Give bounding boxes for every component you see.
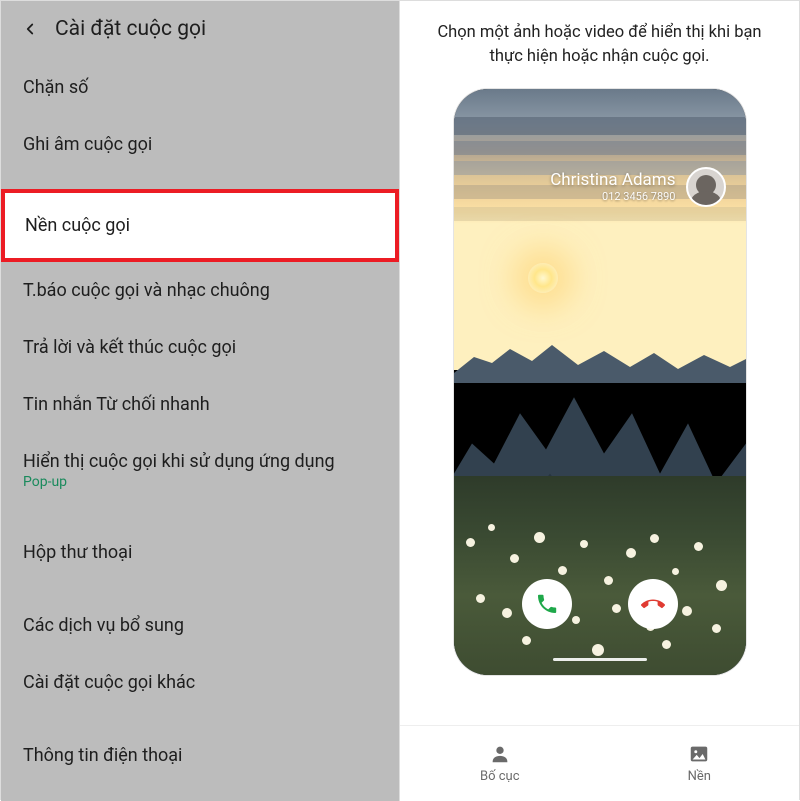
- settings-item-label: Nền cuộc gọi: [25, 215, 130, 236]
- call-background-pane: Chọn một ảnh hoặc video để hiển thị khi …: [400, 1, 799, 801]
- decline-call-button[interactable]: [628, 579, 678, 629]
- settings-item-quick-decline[interactable]: Tin nhắn Từ chối nhanh: [1, 376, 399, 433]
- settings-item-supplementary[interactable]: Các dịch vụ bổ sung: [1, 597, 399, 654]
- bottom-tabs: Bố cục Nền: [400, 725, 799, 801]
- image-icon: [688, 743, 710, 765]
- page-title: Cài đặt cuộc gọi: [55, 17, 206, 41]
- settings-item-label: Hiển thị cuộc gọi khi sử dụng ứng dụng: [23, 451, 335, 472]
- settings-item-other-call[interactable]: Cài đặt cuộc gọi khác: [1, 654, 399, 711]
- settings-item-label: Chặn số: [23, 77, 88, 98]
- call-buttons: [454, 579, 746, 629]
- settings-item-label: Thông tin điện thoại: [23, 745, 182, 766]
- person-icon: [489, 743, 511, 765]
- settings-item-phone-info[interactable]: Thông tin điện thoại: [1, 727, 399, 784]
- settings-item-label: Hộp thư thoại: [23, 542, 132, 563]
- home-indicator[interactable]: [553, 658, 647, 661]
- accept-call-button[interactable]: [522, 579, 572, 629]
- settings-item-label: Ghi âm cuộc gọi: [23, 134, 152, 155]
- settings-pane: Cài đặt cuộc gọi Chặn số Ghi âm cuộc gọi…: [1, 1, 400, 801]
- back-icon[interactable]: [19, 18, 41, 40]
- caller-name: Christina Adams: [550, 170, 675, 190]
- settings-item-voicemail[interactable]: Hộp thư thoại: [1, 524, 399, 581]
- caller-number: 012 3456 7890: [550, 190, 675, 203]
- settings-item-subtext: Pop-up: [23, 474, 377, 490]
- settings-item-label: Trả lời và kết thúc cuộc gọi: [23, 337, 236, 358]
- phone-icon: [535, 592, 559, 616]
- tab-label: Nền: [688, 769, 711, 784]
- instruction-text: Chọn một ảnh hoặc video để hiển thị khi …: [400, 1, 799, 81]
- tab-layout[interactable]: Bố cục: [400, 726, 600, 801]
- settings-item-alerts-ringtones[interactable]: T.báo cuộc gọi và nhạc chuông: [1, 262, 399, 319]
- avatar: [686, 167, 726, 207]
- settings-item-record-calls[interactable]: Ghi âm cuộc gọi: [1, 116, 399, 173]
- phone-preview[interactable]: Christina Adams 012 3456 7890: [454, 89, 746, 675]
- settings-item-answer-end[interactable]: Trả lời và kết thúc cuộc gọi: [1, 319, 399, 376]
- settings-item-label: T.báo cuộc gọi và nhạc chuông: [23, 280, 270, 301]
- settings-item-call-display[interactable]: Hiển thị cuộc gọi khi sử dụng ứng dụng P…: [1, 433, 399, 508]
- caller-row: Christina Adams 012 3456 7890: [454, 167, 746, 207]
- settings-item-call-background[interactable]: Nền cuộc gọi: [1, 189, 399, 262]
- preview-wrap: Christina Adams 012 3456 7890: [400, 81, 799, 675]
- settings-item-block-numbers[interactable]: Chặn số: [1, 59, 399, 116]
- settings-item-label: Tin nhắn Từ chối nhanh: [23, 394, 210, 415]
- settings-item-label: Các dịch vụ bổ sung: [23, 615, 184, 636]
- phone-hangup-icon: [641, 592, 665, 616]
- tab-label: Bố cục: [480, 769, 520, 784]
- settings-item-label: Cài đặt cuộc gọi khác: [23, 672, 195, 693]
- settings-header: Cài đặt cuộc gọi: [1, 1, 399, 59]
- tab-background[interactable]: Nền: [600, 726, 800, 801]
